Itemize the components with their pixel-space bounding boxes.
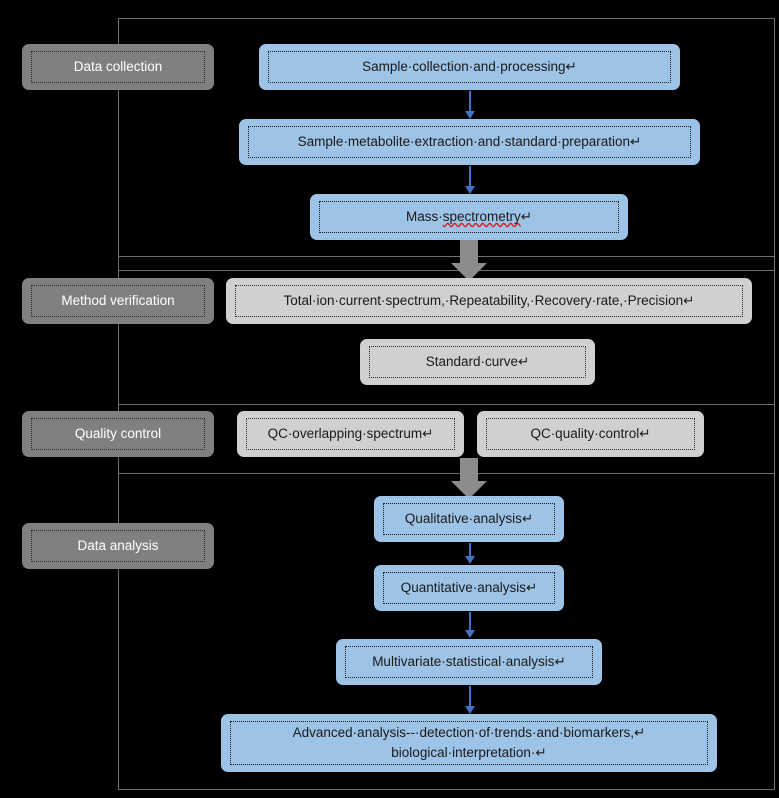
node-method-metrics[interactable]: Total·ion·current·spectrum,·Repeatabilit… [226,278,752,324]
node-inner: Qualitative·analysis↵ [383,503,555,535]
node-text-line-2: biological·interpretation·↵ [391,745,547,760]
node-inner: Advanced·analysis--·detection·of·trends·… [230,721,708,765]
node-sample-extraction[interactable]: Sample·metabolite·extraction·and·standar… [239,119,700,165]
node-text: Quantitative·analysis↵ [400,580,538,596]
node-inner: Total·ion·current·spectrum,·Repeatabilit… [235,285,743,317]
stage-label-text: Data collection [73,59,163,75]
stage-label-text: Data analysis [77,538,159,554]
node-qc-overlapping-spectrum[interactable]: QC·overlapping·spectrum↵ [237,411,464,457]
flowchart-canvas: Data collection Method verification Qual… [0,0,779,798]
node-text-suffix: ↵ [520,209,533,225]
node-sample-collection[interactable]: Sample·collection·and·processing↵ [259,44,680,90]
node-inner: Multivariate·statistical·analysis↵ [345,646,593,678]
block-arrow-ms-to-method [451,240,487,281]
frame-vertical-right [774,18,775,790]
node-inner: QC·quality·control↵ [486,418,695,450]
node-inner: Standard·curve↵ [369,346,586,378]
node-text: Mass·spectrometry↵ [406,207,532,227]
node-advanced-analysis[interactable]: Advanced·analysis--·detection·of·trends·… [221,714,717,772]
node-inner: QC·overlapping·spectrum↵ [246,418,455,450]
stage-label-quality-control[interactable]: Quality control [22,411,214,457]
node-text: Total·ion·current·spectrum,·Repeatabilit… [283,293,695,309]
node-text: QC·quality·control↵ [530,426,651,442]
connector-shaft [469,612,471,631]
node-text: QC·overlapping·spectrum↵ [267,426,434,442]
row-divider-3 [118,404,775,405]
node-text: Sample·metabolite·extraction·and·standar… [297,134,642,150]
node-inner: Mass·spectrometry↵ [319,201,619,233]
node-mass-spectrometry[interactable]: Mass·spectrometry↵ [310,194,628,240]
connector-shaft [469,686,471,707]
node-text: Sample·collection·and·processing↵ [362,59,577,75]
connector-arrowhead [465,556,475,564]
stage-label-inner: Data collection [31,51,205,83]
stage-label-data-collection[interactable]: Data collection [22,44,214,90]
node-text: Multivariate·statistical·analysis↵ [372,654,566,670]
connector-arrowhead [465,111,475,119]
node-quantitative-analysis[interactable]: Quantitative·analysis↵ [374,565,564,611]
stage-label-method-verification[interactable]: Method verification [22,278,214,324]
stage-label-inner: Quality control [31,418,205,450]
connector-arrowhead [465,630,475,638]
connector-arrowhead [465,186,475,194]
stage-label-text: Quality control [74,426,162,442]
frame-bottom [118,789,775,790]
node-inner: Quantitative·analysis↵ [383,572,555,604]
node-qualitative-analysis[interactable]: Qualitative·analysis↵ [374,496,564,542]
row-divider-2 [118,270,775,271]
connector-shaft [469,166,471,187]
node-standard-curve[interactable]: Standard·curve↵ [360,339,595,385]
node-text-prefix: Mass· [405,209,443,225]
stage-label-inner: Method verification [31,285,205,317]
node-inner: Sample·metabolite·extraction·and·standar… [248,126,691,158]
node-qc-quality-control[interactable]: QC·quality·control↵ [477,411,704,457]
row-divider-1 [118,256,775,257]
frame-top [118,18,775,19]
node-multivariate-analysis[interactable]: Multivariate·statistical·analysis↵ [336,639,602,685]
connector-shaft [469,91,471,112]
node-inner: Sample·collection·and·processing↵ [268,51,671,83]
stage-label-text: Method verification [61,293,175,309]
stage-label-inner: Data analysis [31,530,205,562]
node-text-line-1: Advanced·analysis--·detection·of·trends·… [292,725,646,741]
stage-label-data-analysis[interactable]: Data analysis [22,523,214,569]
connector-shaft [469,543,471,557]
spellcheck-misspelling: spectrometry [442,209,521,225]
block-arrow-stem [460,240,478,264]
block-arrow-qc-to-qualitative [451,458,487,499]
node-text: Standard·curve↵ [425,354,530,370]
block-arrow-stem [460,458,478,482]
row-divider-4 [118,473,775,474]
connector-arrowhead [465,706,475,714]
node-text: Qualitative·analysis↵ [404,511,534,527]
